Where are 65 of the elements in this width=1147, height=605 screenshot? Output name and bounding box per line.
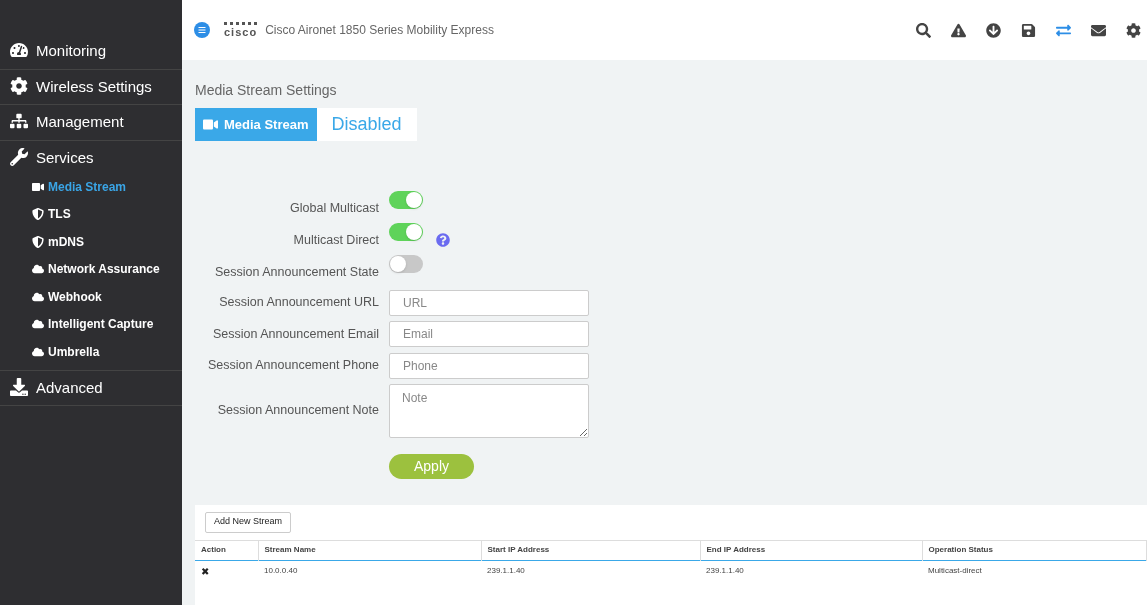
table-cell: 239.1.1.40	[700, 560, 922, 582]
save-icon[interactable]	[1021, 22, 1036, 38]
video-camera-icon	[203, 117, 218, 132]
column-header: Stream Name	[258, 540, 481, 560]
sidebar-item[interactable]: Services	[36, 146, 94, 169]
shield-icon	[32, 235, 44, 248]
sidebar-item[interactable]: Wireless Settings	[36, 75, 152, 98]
search-icon[interactable]	[916, 22, 931, 38]
field-label: Session Announcement Phone	[207, 357, 380, 375]
status-text: Disabled	[316, 108, 417, 141]
sidebar-item[interactable]: Management	[36, 111, 124, 134]
feature-name: Media Stream	[224, 115, 309, 134]
cloud-icon	[32, 290, 44, 303]
settings-icon[interactable]	[1126, 22, 1141, 38]
download-icon	[10, 377, 28, 396]
cloud-icon	[32, 345, 44, 358]
gauge-icon	[10, 41, 28, 59]
download-icon[interactable]	[986, 22, 1001, 38]
sidebar-item[interactable]: Monitoring	[36, 40, 107, 63]
brand-logo: cisco	[224, 22, 258, 38]
cloud-icon	[32, 318, 44, 331]
table-cell: Multicast-direct	[922, 560, 1147, 582]
menu-button[interactable]	[194, 22, 210, 38]
help-icon[interactable]	[436, 233, 450, 247]
sidebar-subitem[interactable]: Webhook	[48, 287, 102, 306]
field-label: Session Announcement URL	[218, 294, 380, 312]
table-cell: 10.0.0.40	[258, 560, 481, 582]
video-camera-icon	[32, 180, 44, 193]
wrench-icon	[10, 147, 28, 166]
warning-icon[interactable]	[951, 22, 966, 38]
cloud-icon	[32, 263, 44, 276]
sidebar-subitem[interactable]: Network Assurance	[48, 260, 160, 279]
toggle-switch[interactable]	[389, 223, 423, 241]
column-header: Start IP Address	[481, 540, 700, 560]
mail-icon[interactable]	[1091, 22, 1106, 38]
text-input[interactable]: Phone	[389, 352, 589, 379]
page-title: Media Stream Settings	[195, 81, 338, 100]
column-header: End IP Address	[700, 540, 922, 560]
delete-action[interactable]: ✖	[201, 565, 209, 577]
note-textarea[interactable]: Note	[389, 383, 589, 438]
toggle-switch[interactable]	[389, 255, 423, 273]
settings-icon	[10, 76, 28, 95]
sidebar-subitem[interactable]: TLS	[48, 205, 71, 224]
sidebar-subitem[interactable]: Umbrella	[48, 342, 100, 361]
sidebar-subitem[interactable]: Media Stream	[48, 177, 127, 196]
sidebar-item[interactable]: Advanced	[36, 376, 103, 399]
column-header: Action	[195, 540, 258, 560]
menu-icon	[198, 26, 206, 34]
field-label: Multicast Direct	[292, 232, 380, 249]
sidebar-subitem[interactable]: mDNS	[48, 232, 84, 251]
field-label: Session Announcement Note	[216, 402, 380, 420]
shield-icon	[32, 208, 44, 221]
add-stream-button[interactable]: Add New Stream	[205, 511, 292, 533]
text-input[interactable]: Email	[389, 321, 589, 348]
toggle-switch[interactable]	[389, 191, 423, 209]
column-header: Operation Status	[922, 540, 1147, 560]
field-label: Global Multicast	[289, 200, 380, 217]
swap-arrows-icon[interactable]	[1056, 22, 1071, 38]
field-label: Session Announcement Email	[211, 325, 380, 343]
hierarchy-icon	[10, 112, 28, 130]
field-label: Session Announcement State	[214, 264, 380, 281]
sidebar-subitem[interactable]: Intelligent Capture	[48, 315, 154, 334]
text-input[interactable]: URL	[389, 289, 589, 316]
table-cell: 239.1.1.40	[481, 560, 700, 582]
product-title: Cisco Aironet 1850 Series Mobility Express	[265, 22, 494, 39]
